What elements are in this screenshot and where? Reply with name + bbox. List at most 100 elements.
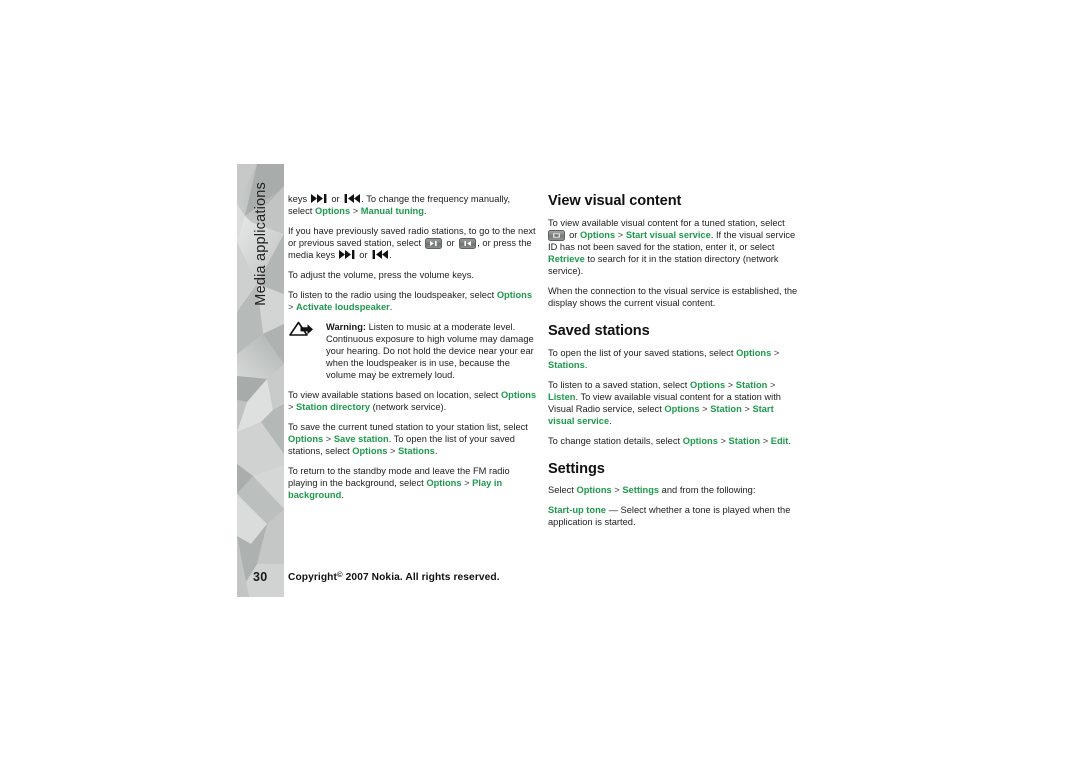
text-run: . xyxy=(423,206,427,216)
menu-path-options: Options xyxy=(500,390,537,400)
menu-path-stations: Stations xyxy=(398,446,435,456)
warning-label: Warning: xyxy=(326,322,367,332)
menu-path-retrieve: Retrieve xyxy=(548,253,585,264)
menu-path-station: Station xyxy=(728,435,761,446)
page-number: 30 xyxy=(253,570,268,584)
menu-path-options: Options xyxy=(682,435,718,446)
text-run: or xyxy=(443,238,458,248)
menu-path-station: Station xyxy=(710,403,742,414)
text-run: (network service). xyxy=(370,402,447,412)
menu-separator: > xyxy=(461,478,473,488)
paragraph-play-in-background: To return to the standby mode and leave … xyxy=(288,465,537,501)
media-key-previous-icon xyxy=(343,194,361,203)
text-run: . xyxy=(341,490,344,500)
menu-path-options: Options xyxy=(689,379,726,390)
text-run: To save the current tuned station to you… xyxy=(288,422,528,432)
menu-path-options: Options xyxy=(664,403,700,414)
paragraph-listen-saved-station: To listen to a saved station, select Opt… xyxy=(548,379,800,427)
menu-separator: > xyxy=(615,229,626,240)
menu-separator: > xyxy=(699,403,711,414)
paragraph-settings-intro: Select Options > Settings and from the f… xyxy=(548,484,800,496)
menu-path-activate-loudspeaker: Activate loudspeaker xyxy=(296,302,390,312)
media-key-next-icon xyxy=(338,250,356,259)
media-key-previous-icon xyxy=(371,250,389,259)
text-run: . xyxy=(434,446,438,456)
menu-path-options: Options xyxy=(579,229,616,240)
paragraph-visual-connection: When the connection to the visual servic… xyxy=(548,285,798,308)
setting-name-start-up-tone: Start-up tone xyxy=(548,505,606,516)
softkey-next-station-icon xyxy=(425,238,443,249)
warning-text: Warning: Listen to music at a moderate l… xyxy=(326,321,537,381)
text-run: . xyxy=(788,435,791,446)
heading-settings: Settings xyxy=(548,460,605,477)
menu-separator: > xyxy=(767,379,776,390)
menu-path-options: Options xyxy=(288,434,324,444)
manual-page: Media applications 30 keys or . To chang… xyxy=(0,0,1080,763)
menu-separator: > xyxy=(760,435,771,446)
text-run: Select xyxy=(548,485,577,496)
softkey-visual-service-icon xyxy=(548,229,565,241)
paragraph-start-up-tone: Start-up tone — Select whether a tone is… xyxy=(548,504,800,528)
menu-path-options: Options xyxy=(736,347,772,358)
menu-path-save-station: Save station xyxy=(333,434,389,444)
copyright-prefix: Copyright xyxy=(288,572,338,583)
footer-copyright: Copyright© 2007 Nokia. All rights reserv… xyxy=(288,570,500,583)
warning-triangle-icon xyxy=(288,321,314,337)
menu-path-station-directory: Station directory xyxy=(296,402,371,412)
left-text-column: keys or . To change the frequency manual… xyxy=(288,193,537,501)
menu-separator: > xyxy=(741,403,753,414)
menu-separator: > xyxy=(717,435,729,446)
menu-path-options: Options xyxy=(352,446,388,456)
paragraph-station-directory: To view available stations based on loca… xyxy=(288,389,537,413)
text-run: To listen to the radio using the loudspe… xyxy=(288,290,497,300)
paragraph-loudspeaker: To listen to the radio using the loudspe… xyxy=(288,289,537,313)
text-run: or xyxy=(328,194,343,204)
menu-path-options: Options xyxy=(426,478,462,488)
copyright-symbol: © xyxy=(337,570,343,579)
menu-separator: > xyxy=(387,446,399,456)
text-run: . xyxy=(584,359,588,370)
right-text-column: View visual content To view available vi… xyxy=(548,193,800,528)
menu-path-start-visual-service: Start visual service xyxy=(625,229,711,240)
menu-separator: > xyxy=(611,485,623,496)
menu-separator: > xyxy=(350,206,361,216)
text-run: To change station details, select xyxy=(548,435,683,446)
text-run: keys xyxy=(288,194,310,204)
paragraph-open-saved-stations: To open the list of your saved stations,… xyxy=(548,347,800,371)
paragraph-volume-keys: To adjust the volume, press the volume k… xyxy=(288,270,474,280)
text-run: or xyxy=(356,250,371,260)
text-run: and from the following: xyxy=(659,485,756,496)
menu-separator: > xyxy=(725,379,736,390)
menu-separator: > xyxy=(771,347,780,358)
text-run: . xyxy=(389,302,393,312)
menu-separator: > xyxy=(288,402,297,412)
menu-path-manual-tuning: Manual tuning xyxy=(360,206,424,216)
menu-path-listen: Listen xyxy=(548,391,576,402)
menu-path-options: Options xyxy=(314,206,351,216)
heading-view-visual-content: View visual content xyxy=(548,193,682,209)
text-run: To listen to a saved station, select xyxy=(548,379,690,390)
menu-separator: > xyxy=(323,434,334,444)
paragraph-start-visual-service: To view available visual content for a t… xyxy=(548,217,800,277)
media-key-next-icon xyxy=(310,194,328,203)
text-run: . xyxy=(609,415,612,426)
softkey-previous-station-icon xyxy=(458,238,476,249)
menu-separator: > xyxy=(288,302,297,312)
paragraph-manual-tuning: keys or . To change the frequency manual… xyxy=(288,193,537,217)
text-run: or xyxy=(566,229,580,240)
menu-path-stations: Stations xyxy=(548,359,585,370)
menu-path-options: Options xyxy=(576,485,612,496)
menu-path-settings: Settings xyxy=(622,485,660,496)
side-tab-facet-pattern xyxy=(237,164,284,597)
menu-path-station: Station xyxy=(735,379,768,390)
text-run: To view available stations based on loca… xyxy=(288,390,501,400)
text-run: To view available visual content for a t… xyxy=(548,217,785,228)
text-run: . xyxy=(389,250,392,260)
text-run: To open the list of your saved stations,… xyxy=(548,347,737,358)
heading-saved-stations: Saved stations xyxy=(548,322,650,339)
menu-path-edit: Edit xyxy=(770,435,789,446)
paragraph-saved-station-navigation: If you have previously saved radio stati… xyxy=(288,225,537,261)
chapter-side-tab xyxy=(237,164,284,597)
menu-path-options: Options xyxy=(496,290,532,300)
paragraph-edit-station: To change station details, select Option… xyxy=(548,435,800,447)
